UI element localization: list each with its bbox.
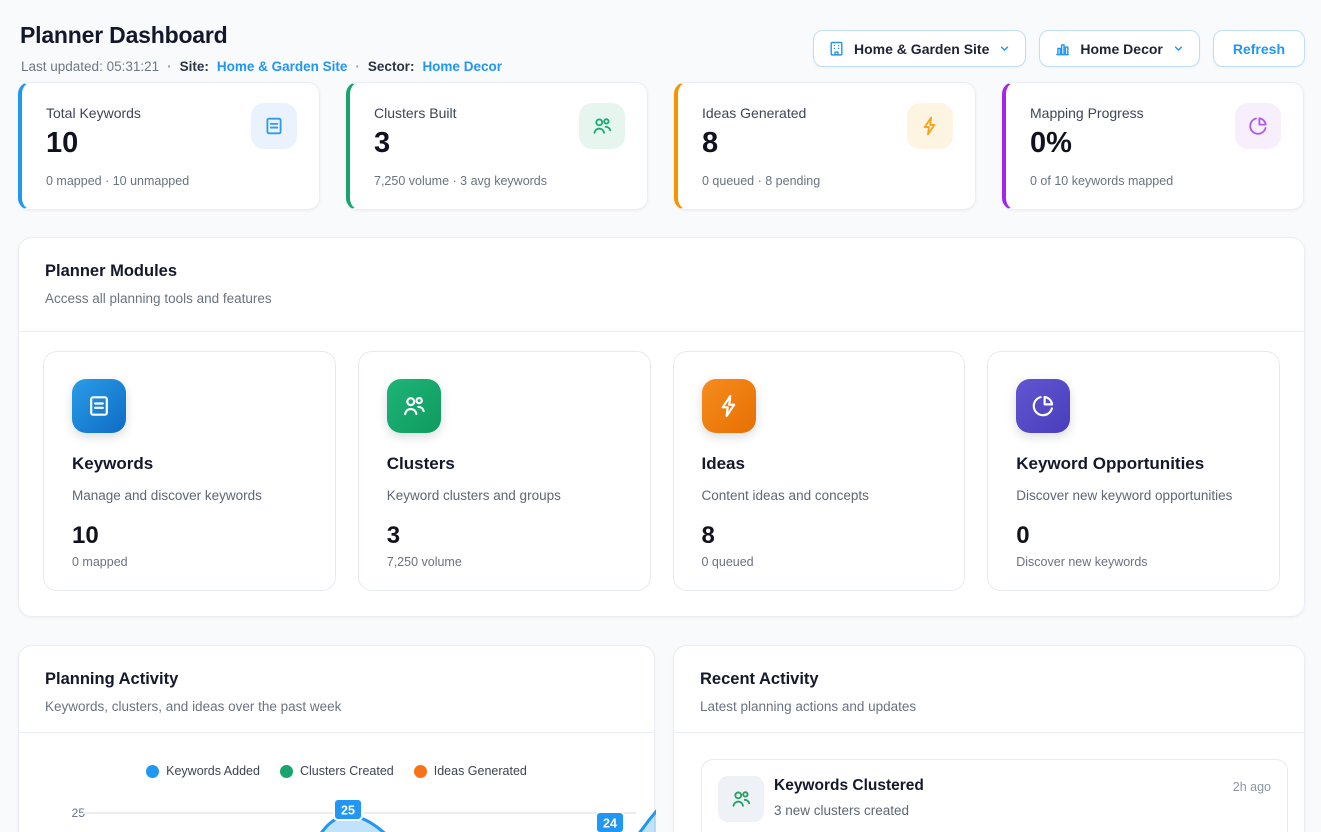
module-title: Clusters <box>387 454 455 474</box>
pie-chart-icon <box>1235 103 1281 149</box>
sector-link[interactable]: Home Decor <box>422 59 502 74</box>
sector-selector-button[interactable]: Home Decor <box>1039 30 1199 67</box>
stat-label: Mapping Progress <box>1030 105 1144 121</box>
meta-separator: · <box>167 59 172 74</box>
site-label: Site: <box>180 59 209 74</box>
site-link[interactable]: Home & Garden Site <box>217 59 348 74</box>
planner-modules-section: Planner Modules Access all planning tool… <box>18 237 1305 617</box>
data-label-value: 25 <box>341 804 355 818</box>
planning-activity-section: Planning Activity Keywords, clusters, an… <box>18 645 655 832</box>
module-value: 3 <box>387 522 400 550</box>
chevron-down-icon <box>998 42 1011 55</box>
refresh-button-label: Refresh <box>1233 41 1285 57</box>
module-sub: 0 mapped <box>72 555 128 569</box>
legend-label: Ideas Generated <box>434 764 527 778</box>
module-card-keyword-opportunities[interactable]: Keyword Opportunities Discover new keywo… <box>987 351 1280 591</box>
stat-sub: 0 queued · 8 pending <box>702 174 820 188</box>
stat-label: Clusters Built <box>374 105 456 121</box>
page-title: Planner Dashboard <box>20 22 228 49</box>
legend-dot-icon <box>146 765 159 778</box>
module-card-ideas[interactable]: Ideas Content ideas and concepts 8 0 que… <box>673 351 966 591</box>
chevron-down-icon <box>1172 42 1185 55</box>
stat-label: Ideas Generated <box>702 105 806 121</box>
lightning-icon <box>907 103 953 149</box>
document-lines-icon <box>72 379 126 433</box>
module-title: Ideas <box>702 454 745 474</box>
header-actions: Home & Garden Site Home Decor Refresh <box>813 30 1305 67</box>
planning-activity-title: Planning Activity <box>45 670 178 689</box>
legend-label: Keywords Added <box>166 764 260 778</box>
recent-activity-subtitle: Latest planning actions and updates <box>700 699 916 714</box>
legend-item-keywords-added[interactable]: Keywords Added <box>146 764 260 778</box>
stat-value: 8 <box>702 127 718 160</box>
module-title: Keywords <box>72 454 153 474</box>
stat-value: 3 <box>374 127 390 160</box>
document-lines-icon <box>251 103 297 149</box>
stat-card-mapping-progress: Mapping Progress 0% 0 of 10 keywords map… <box>1002 82 1304 210</box>
divider <box>19 732 654 733</box>
activity-item-keywords-clustered: Keywords Clustered 2h ago 3 new clusters… <box>701 759 1288 832</box>
activity-item-time: 2h ago <box>1233 780 1271 794</box>
stat-value: 10 <box>46 127 78 160</box>
site-selector-button[interactable]: Home & Garden Site <box>813 30 1026 67</box>
stat-card-ideas-generated: Ideas Generated 8 0 queued · 8 pending <box>674 82 976 210</box>
stat-card-total-keywords: Total Keywords 10 0 mapped · 10 unmapped <box>18 82 320 210</box>
divider <box>19 331 1304 332</box>
module-sub: 7,250 volume <box>387 555 462 569</box>
planning-activity-chart: 25 24 <box>19 796 656 832</box>
stat-label: Total Keywords <box>46 105 141 121</box>
page-meta: Last updated: 05:31:21 · Site: Home & Ga… <box>21 59 502 74</box>
module-description: Content ideas and concepts <box>702 488 869 503</box>
module-card-clusters[interactable]: Clusters Keyword clusters and groups 3 7… <box>358 351 651 591</box>
modules-section-title: Planner Modules <box>45 262 177 281</box>
sector-label: Sector: <box>368 59 415 74</box>
lightning-icon <box>702 379 756 433</box>
site-selector-label: Home & Garden Site <box>854 41 989 57</box>
meta-separator: · <box>355 59 360 74</box>
stat-sub: 7,250 volume · 3 avg keywords <box>374 174 547 188</box>
modules-grid: Keywords Manage and discover keywords 10… <box>43 351 1280 591</box>
module-description: Keyword clusters and groups <box>387 488 561 503</box>
sector-selector-label: Home Decor <box>1080 41 1162 57</box>
chart-legend: Keywords Added Clusters Created Ideas Ge… <box>19 764 654 778</box>
legend-dot-icon <box>414 765 427 778</box>
users-icon <box>387 379 441 433</box>
modules-section-subtitle: Access all planning tools and features <box>45 291 272 306</box>
planning-activity-subtitle: Keywords, clusters, and ideas over the p… <box>45 699 341 714</box>
module-description: Manage and discover keywords <box>72 488 262 503</box>
stat-card-clusters-built: Clusters Built 3 7,250 volume · 3 avg ke… <box>346 82 648 210</box>
divider <box>674 732 1304 733</box>
legend-item-clusters-created[interactable]: Clusters Created <box>280 764 394 778</box>
stat-sub: 0 of 10 keywords mapped <box>1030 174 1173 188</box>
stat-value: 0% <box>1030 127 1072 160</box>
activity-item-title: Keywords Clustered <box>774 777 924 795</box>
data-label-value: 24 <box>603 817 617 831</box>
module-value: 8 <box>702 522 715 550</box>
data-label-badge: 25 <box>334 799 362 820</box>
recent-activity-title: Recent Activity <box>700 670 819 689</box>
activity-item-description: 3 new clusters created <box>774 803 909 818</box>
users-icon <box>718 776 764 822</box>
stat-sub: 0 mapped · 10 unmapped <box>46 174 189 188</box>
legend-label: Clusters Created <box>300 764 394 778</box>
pie-chart-icon <box>1016 379 1070 433</box>
legend-item-ideas-generated[interactable]: Ideas Generated <box>414 764 527 778</box>
users-icon <box>579 103 625 149</box>
refresh-button[interactable]: Refresh <box>1213 30 1305 67</box>
recent-activity-section: Recent Activity Latest planning actions … <box>673 645 1305 832</box>
module-sub: Discover new keywords <box>1016 555 1147 569</box>
bar-chart-icon <box>1054 40 1071 57</box>
legend-dot-icon <box>280 765 293 778</box>
planner-dashboard-page: Planner Dashboard Last updated: 05:31:21… <box>0 0 1321 832</box>
module-sub: 0 queued <box>702 555 754 569</box>
last-updated-text: Last updated: 05:31:21 <box>21 59 159 74</box>
data-label-badge: 24 <box>596 812 624 832</box>
module-description: Discover new keyword opportunities <box>1016 488 1232 503</box>
module-value: 0 <box>1016 522 1029 550</box>
module-title: Keyword Opportunities <box>1016 454 1204 474</box>
module-value: 10 <box>72 522 99 550</box>
building-icon <box>828 40 845 57</box>
module-card-keywords[interactable]: Keywords Manage and discover keywords 10… <box>43 351 336 591</box>
